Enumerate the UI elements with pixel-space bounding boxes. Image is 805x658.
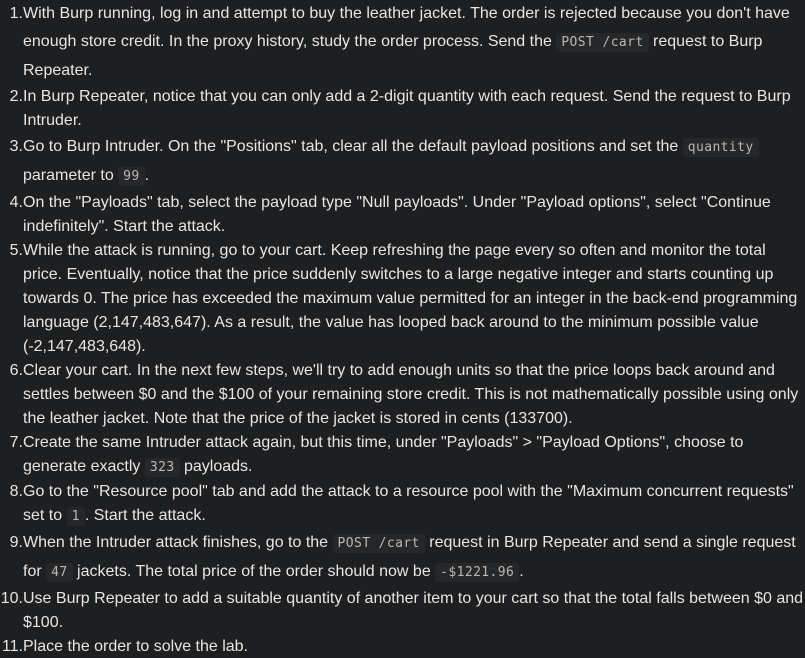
- step-text: Create the same Intruder attack again, b…: [23, 431, 805, 480]
- step-text: While the attack is running, go to your …: [23, 239, 805, 359]
- step-11: 11. Place the order to solve the lab.: [0, 635, 805, 658]
- step-number: 4.: [9, 194, 23, 211]
- step-4: 4. On the "Payloads" tab, select the pay…: [0, 191, 805, 239]
- step-text-segment: .: [519, 563, 524, 580]
- step-text-segment: .: [144, 167, 150, 184]
- step-number: 5.: [9, 242, 23, 259]
- inline-code: 47: [46, 563, 73, 582]
- step-text: When the Intruder attack finishes, go to…: [23, 529, 805, 587]
- step-text-segment: When the Intruder attack finishes, go to…: [23, 534, 333, 551]
- step-number: 11.: [1, 638, 23, 655]
- step-text-segment: Place the order to solve the lab.: [23, 638, 249, 655]
- step-text-segment: Create the same Intruder attack again, b…: [23, 434, 744, 475]
- step-6: 6. Clear your cart. In the next few step…: [0, 359, 805, 431]
- step-text-segment: While the attack is running, go to your …: [23, 242, 798, 355]
- step-text-segment: In Burp Repeater, notice that you can on…: [23, 88, 791, 129]
- inline-code: 1: [66, 507, 85, 526]
- lab-solution-steps: 1. With Burp running, log in and attempt…: [0, 0, 805, 658]
- step-text-segment: payloads.: [179, 458, 253, 475]
- step-text: With Burp running, log in and attempt to…: [23, 0, 805, 85]
- step-8: 8. Go to the "Resource pool" tab and add…: [0, 480, 805, 529]
- step-number: 2.: [9, 88, 23, 105]
- step-7: 7. Create the same Intruder attack again…: [0, 431, 805, 480]
- step-10: 10. Use Burp Repeater to add a suitable …: [0, 587, 805, 635]
- step-number: 3.: [9, 138, 23, 155]
- step-text-segment: . Start the attack.: [84, 507, 206, 524]
- step-text-segment: Go to Burp Intruder. On the "Positions" …: [23, 138, 683, 155]
- step-number: 7.: [9, 434, 23, 451]
- inline-code: quantity: [682, 138, 759, 157]
- step-text: Go to Burp Intruder. On the "Positions" …: [23, 133, 805, 191]
- step-text: In Burp Repeater, notice that you can on…: [23, 85, 805, 133]
- step-number: 1.: [9, 5, 23, 22]
- inline-code: 99: [118, 167, 145, 186]
- step-text-segment: Clear your cart. In the next few steps, …: [23, 362, 799, 427]
- step-9: 9. When the Intruder attack finishes, go…: [0, 529, 805, 587]
- step-text: Clear your cart. In the next few steps, …: [23, 359, 805, 431]
- step-text-segment: parameter to: [23, 167, 119, 184]
- step-number: 9.: [9, 534, 23, 551]
- step-number: 6.: [9, 362, 23, 379]
- inline-code: -$1221.96: [435, 563, 520, 582]
- step-number: 8.: [9, 483, 23, 500]
- inline-code: 323: [144, 458, 180, 477]
- step-text-segment: On the "Payloads" tab, select the payloa…: [23, 194, 771, 235]
- inline-code: POST /cart: [556, 33, 649, 52]
- step-text-segment: jackets. The total price of the order sh…: [72, 563, 436, 580]
- step-text: Use Burp Repeater to add a suitable quan…: [23, 587, 805, 635]
- step-number: 10.: [0, 590, 23, 607]
- step-2: 2. In Burp Repeater, notice that you can…: [0, 85, 805, 133]
- step-text: On the "Payloads" tab, select the payloa…: [23, 191, 805, 239]
- step-text: Go to the "Resource pool" tab and add th…: [23, 480, 805, 529]
- step-text-segment: Use Burp Repeater to add a suitable quan…: [23, 590, 804, 631]
- step-5: 5. While the attack is running, go to yo…: [0, 239, 805, 359]
- step-text: Place the order to solve the lab.: [23, 635, 805, 658]
- step-1: 1. With Burp running, log in and attempt…: [0, 0, 805, 85]
- inline-code: POST /cart: [332, 534, 425, 553]
- step-3: 3. Go to Burp Intruder. On the "Position…: [0, 133, 805, 191]
